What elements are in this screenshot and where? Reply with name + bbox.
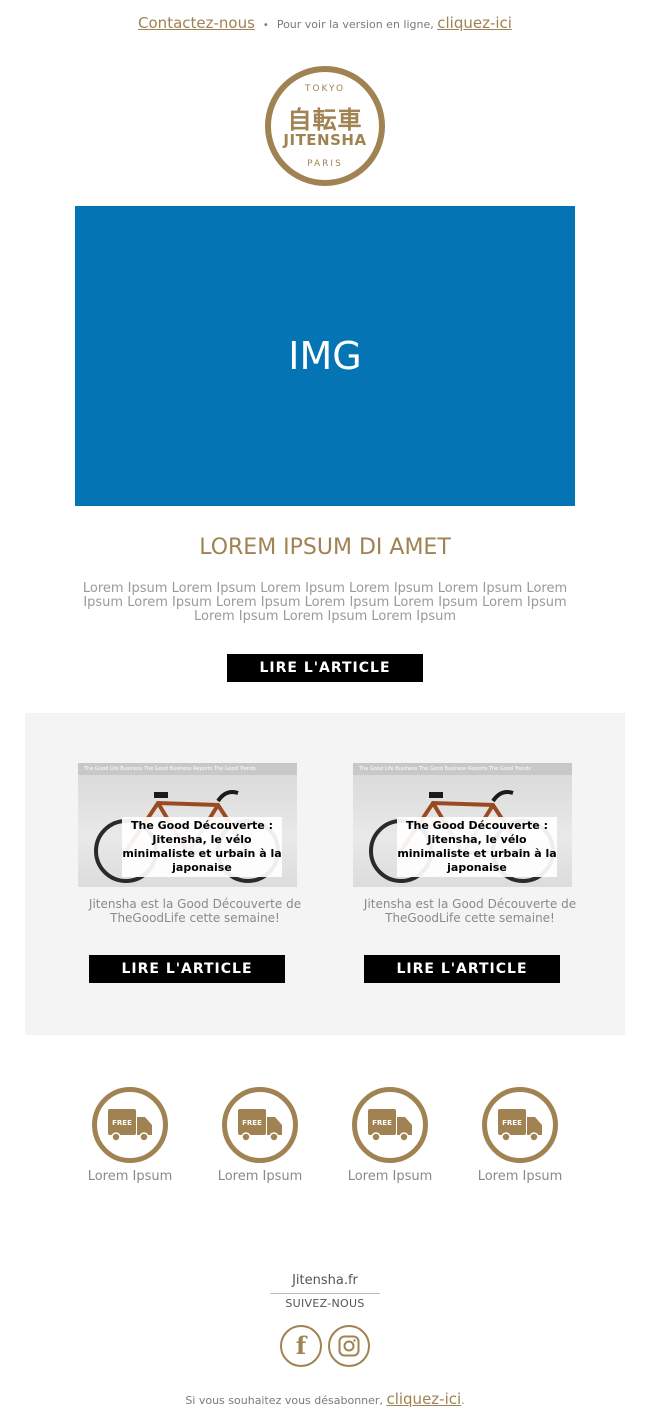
footer-divider xyxy=(270,1293,380,1294)
feature-item: FREE Lorem Ipsum xyxy=(325,1087,455,1184)
read-article-button[interactable]: LIRE L'ARTICLE xyxy=(89,955,285,983)
online-version-link[interactable]: cliquez-ici xyxy=(437,14,512,32)
jitensha-logo[interactable]: TOKYO 自転車 JITENSHA PARIS xyxy=(265,66,385,186)
article-card-text: Jitensha est la Good Découverte de TheGo… xyxy=(363,897,577,925)
instagram-icon[interactable] xyxy=(328,1325,370,1367)
feature-item: FREE Lorem Ipsum xyxy=(455,1087,585,1184)
logo-kanji: 自転車 xyxy=(287,106,363,134)
thumbnail-caption: The Good Découverte : Jitensha, le vélo … xyxy=(122,817,282,877)
svg-text:FREE: FREE xyxy=(502,1119,522,1127)
facebook-glyph: f xyxy=(295,1331,307,1360)
unsubscribe-end: . xyxy=(461,1394,465,1407)
articles-panel: The Good Life Business The Good Business… xyxy=(25,713,625,1035)
feature-label: Lorem Ipsum xyxy=(347,1169,433,1184)
free-delivery-truck-icon: FREE xyxy=(222,1087,298,1163)
contact-link[interactable]: Contactez-nous xyxy=(138,14,255,32)
thumbnail-nav: The Good Life Business The Good Business… xyxy=(78,763,297,775)
read-article-button[interactable]: LIRE L'ARTICLE xyxy=(364,955,560,983)
separator-dot: • xyxy=(262,20,269,31)
logo-bottom-text: PARIS xyxy=(307,159,343,169)
site-link[interactable]: Jitensha.fr xyxy=(0,1273,650,1288)
article-thumbnail[interactable]: The Good Life Business The Good Business… xyxy=(353,763,572,887)
free-delivery-truck-icon: FREE xyxy=(482,1087,558,1163)
free-delivery-truck-icon: FREE xyxy=(352,1087,428,1163)
follow-us-label: SUIVEZ-NOUS xyxy=(285,1297,365,1310)
hero-placeholder-text: IMG xyxy=(288,334,362,378)
online-version-text: Pour voir la version en ligne, xyxy=(276,18,434,31)
email-page: Contactez-nous • Pour voir la version en l… xyxy=(0,0,650,1415)
article-title: LOREM IPSUM DI AMET xyxy=(199,535,451,560)
hero-image-placeholder[interactable]: IMG xyxy=(75,206,575,506)
svg-text:FREE: FREE xyxy=(372,1119,392,1127)
thumbnail-caption: The Good Découverte : Jitensha, le vélo … xyxy=(397,817,557,877)
free-delivery-truck-icon: FREE xyxy=(92,1087,168,1163)
svg-text:FREE: FREE xyxy=(112,1119,132,1127)
top-bar: Contactez-nous • Pour voir la version en l… xyxy=(0,12,650,37)
feature-item: FREE Lorem Ipsum xyxy=(195,1087,325,1184)
facebook-icon[interactable]: f xyxy=(280,1325,322,1367)
unsubscribe-line: Si vous souhaitez vous désabonner, cliqu… xyxy=(0,1390,650,1408)
article-card-text: Jitensha est la Good Découverte de TheGo… xyxy=(88,897,302,925)
logo-brand: JITENSHA xyxy=(283,131,367,149)
feature-label: Lorem Ipsum xyxy=(217,1169,303,1184)
feature-label: Lorem Ipsum xyxy=(477,1169,563,1184)
logo-top-text: TOKYO xyxy=(304,84,346,94)
feature-item: FREE Lorem Ipsum xyxy=(65,1087,195,1184)
unsubscribe-text: Si vous souhaitez vous désabonner, xyxy=(185,1394,383,1407)
article-card: The Good Life Business The Good Business… xyxy=(340,763,600,983)
thumbnail-nav: The Good Life Business The Good Business… xyxy=(353,763,572,775)
unsubscribe-link[interactable]: cliquez-ici xyxy=(386,1390,461,1408)
svg-text:FREE: FREE xyxy=(242,1119,262,1127)
article-card: The Good Life Business The Good Business… xyxy=(65,763,325,983)
article-thumbnail[interactable]: The Good Life Business The Good Business… xyxy=(78,763,297,887)
article-body: Lorem Ipsum Lorem Ipsum Lorem Ipsum Lore… xyxy=(82,581,568,624)
read-article-button[interactable]: LIRE L'ARTICLE xyxy=(227,654,423,682)
feature-label: Lorem Ipsum xyxy=(87,1169,173,1184)
